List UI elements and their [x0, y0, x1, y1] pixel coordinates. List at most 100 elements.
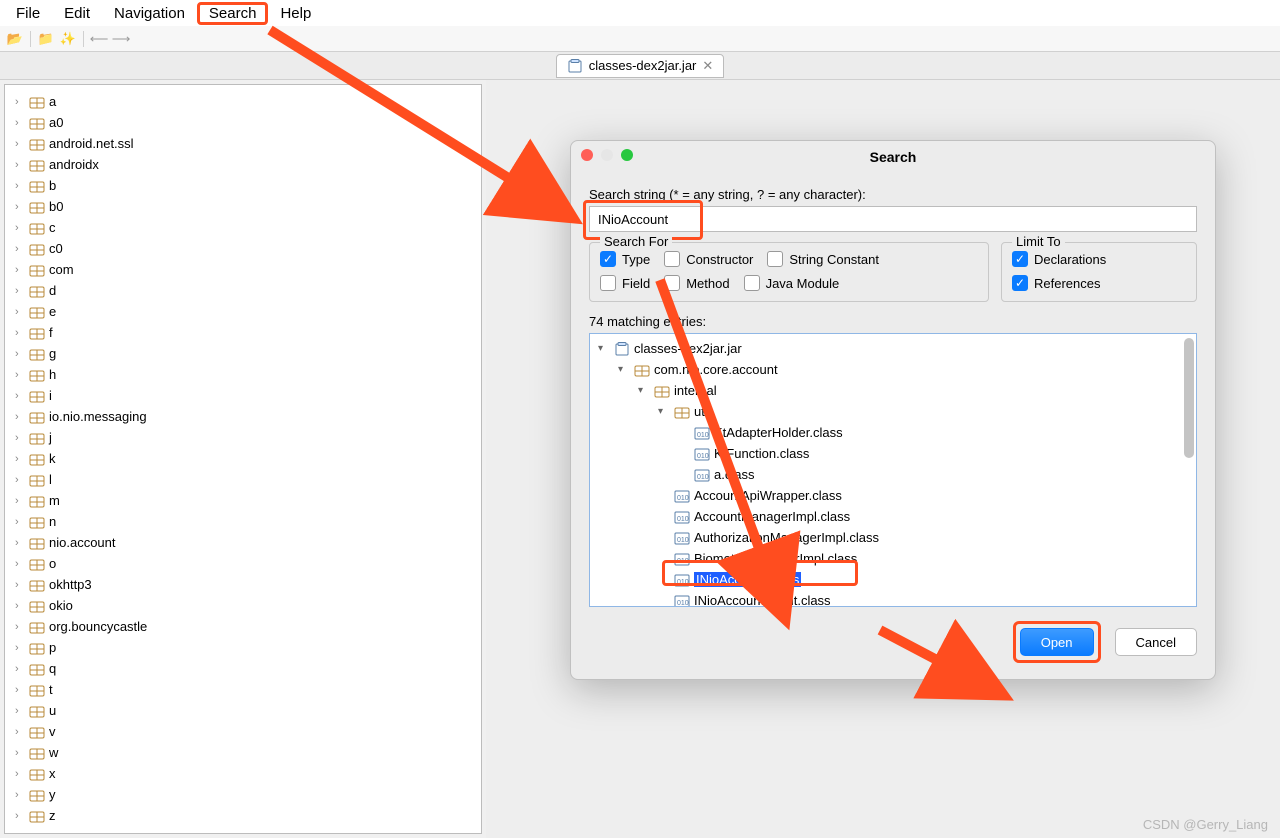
tree-row[interactable]: ›w	[9, 742, 477, 763]
open-folder-icon[interactable]: 📁	[37, 30, 55, 48]
tree-row[interactable]: ›a0	[9, 112, 477, 133]
checkbox-icon: ✓	[1012, 275, 1028, 291]
tree-row[interactable]: ›v	[9, 721, 477, 742]
checkbox-java-module[interactable]: Java Module	[744, 275, 840, 291]
checkbox-method[interactable]: Method	[664, 275, 729, 291]
window-zoom-icon[interactable]	[621, 149, 633, 161]
menu-search[interactable]: Search	[197, 2, 269, 25]
result-file[interactable]: BiometricManagerImpl.class	[592, 548, 1194, 569]
result-file[interactable]: AccountManagerImpl.class	[592, 506, 1194, 527]
result-file[interactable]: AuthorizationManagerImpl.class	[592, 527, 1194, 548]
window-close-icon[interactable]	[581, 149, 593, 161]
limit-to-legend: Limit To	[1012, 234, 1065, 249]
menu-navigation[interactable]: Navigation	[102, 2, 197, 25]
tree-row[interactable]: ›k	[9, 448, 477, 469]
tree-row[interactable]: ›okhttp3	[9, 574, 477, 595]
tree-row[interactable]: ›c	[9, 217, 477, 238]
result-pkg[interactable]: com.nio.core.account	[654, 362, 778, 377]
cancel-button[interactable]: Cancel	[1115, 628, 1197, 656]
tree-row[interactable]: ›i	[9, 385, 477, 406]
tree-row[interactable]: ›j	[9, 427, 477, 448]
checkbox-declarations[interactable]: ✓Declarations	[1012, 251, 1186, 267]
tree-row[interactable]: ›io.nio.messaging	[9, 406, 477, 427]
tree-row[interactable]: ›n	[9, 511, 477, 532]
checkbox-icon	[600, 275, 616, 291]
result-file[interactable]: KtAdapterHolder.class	[592, 422, 1194, 443]
tree-row[interactable]: ›a	[9, 91, 477, 112]
tree-row[interactable]: ›z	[9, 805, 477, 826]
tree-row[interactable]: ›u	[9, 700, 477, 721]
package-icon	[29, 704, 45, 718]
tree-row[interactable]: ›l	[9, 469, 477, 490]
result-file[interactable]: AccountApiWrapper.class	[592, 485, 1194, 506]
tree-row[interactable]: ›b0	[9, 196, 477, 217]
checkbox-type[interactable]: ✓Type	[600, 251, 650, 267]
menu-help[interactable]: Help	[268, 2, 323, 25]
package-tree[interactable]: ›a›a0›android.net.ssl›androidx›b›b0›c›c0…	[4, 84, 482, 834]
result-root[interactable]: classes-dex2jar.jar	[634, 341, 742, 356]
scrollbar-thumb[interactable]	[1184, 338, 1194, 458]
editor-tab[interactable]: classes-dex2jar.jar ✕	[556, 54, 725, 78]
tree-row[interactable]: ›y	[9, 784, 477, 805]
tree-row[interactable]: ›androidx	[9, 154, 477, 175]
checkbox-references[interactable]: ✓References	[1012, 275, 1186, 291]
class-file-icon	[694, 468, 710, 482]
search-input[interactable]	[589, 206, 1197, 232]
tree-row[interactable]: ›h	[9, 364, 477, 385]
package-icon	[29, 641, 45, 655]
menu-file[interactable]: File	[4, 2, 52, 25]
nav-forward-icon[interactable]: ⟶	[112, 30, 130, 48]
result-file[interactable]: INioAccountClient.class	[592, 590, 1194, 607]
wizard-icon[interactable]: ✨	[59, 30, 77, 48]
tree-row[interactable]: ›o	[9, 553, 477, 574]
checkbox-icon: ✓	[1012, 251, 1028, 267]
tree-item-label: c	[49, 220, 56, 235]
tree-row[interactable]: ›m	[9, 490, 477, 511]
package-icon	[29, 263, 45, 277]
package-icon	[29, 431, 45, 445]
tree-row[interactable]: ›t	[9, 679, 477, 700]
search-for-legend: Search For	[600, 234, 672, 249]
tree-row[interactable]: ›e	[9, 301, 477, 322]
chevron-right-icon: ›	[15, 180, 25, 192]
tree-item-label: okio	[49, 598, 73, 613]
tree-row[interactable]: ›okio	[9, 595, 477, 616]
result-file[interactable]: INioAccount.class	[592, 569, 1194, 590]
tree-row[interactable]: ›com	[9, 259, 477, 280]
checkbox-string-constant[interactable]: String Constant	[767, 251, 879, 267]
open-file-icon[interactable]: 📂	[6, 30, 24, 48]
search-results[interactable]: ▾classes-dex2jar.jar ▾com.nio.core.accou…	[589, 333, 1197, 607]
checkbox-field[interactable]: Field	[600, 275, 650, 291]
checkbox-constructor[interactable]: Constructor	[664, 251, 753, 267]
tree-row[interactable]: ›g	[9, 343, 477, 364]
tree-row[interactable]: ›android.net.ssl	[9, 133, 477, 154]
result-file-label: INioAccountClient.class	[694, 593, 831, 607]
tree-item-label: j	[49, 430, 52, 445]
tree-row[interactable]: ›d	[9, 280, 477, 301]
open-button[interactable]: Open	[1020, 628, 1094, 656]
dialog-titlebar[interactable]: Search	[571, 141, 1215, 173]
chevron-right-icon: ›	[15, 306, 25, 318]
tree-row[interactable]: ›p	[9, 637, 477, 658]
chevron-right-icon: ›	[15, 348, 25, 360]
tree-row[interactable]: ›q	[9, 658, 477, 679]
tree-row[interactable]: ›c0	[9, 238, 477, 259]
close-icon[interactable]: ✕	[702, 58, 713, 74]
result-file[interactable]: a.class	[592, 464, 1194, 485]
search-dialog: Search Search string (* = any string, ? …	[570, 140, 1216, 680]
result-pkg[interactable]: util	[694, 404, 711, 419]
menu-edit[interactable]: Edit	[52, 2, 102, 25]
tree-row[interactable]: ›nio.account	[9, 532, 477, 553]
nav-back-icon[interactable]: ⟵	[90, 30, 108, 48]
tree-item-label: k	[49, 451, 56, 466]
result-file[interactable]: KtFunction.class	[592, 443, 1194, 464]
tree-row[interactable]: ›f	[9, 322, 477, 343]
editor-tabbar: classes-dex2jar.jar ✕	[0, 52, 1280, 80]
tree-row[interactable]: ›org.bouncycastle	[9, 616, 477, 637]
checkbox-label: Constructor	[686, 252, 753, 267]
checkbox-icon	[744, 275, 760, 291]
tree-row[interactable]: ›b	[9, 175, 477, 196]
result-pkg[interactable]: internal	[674, 383, 717, 398]
tree-row[interactable]: ›x	[9, 763, 477, 784]
tree-item-label: o	[49, 556, 56, 571]
